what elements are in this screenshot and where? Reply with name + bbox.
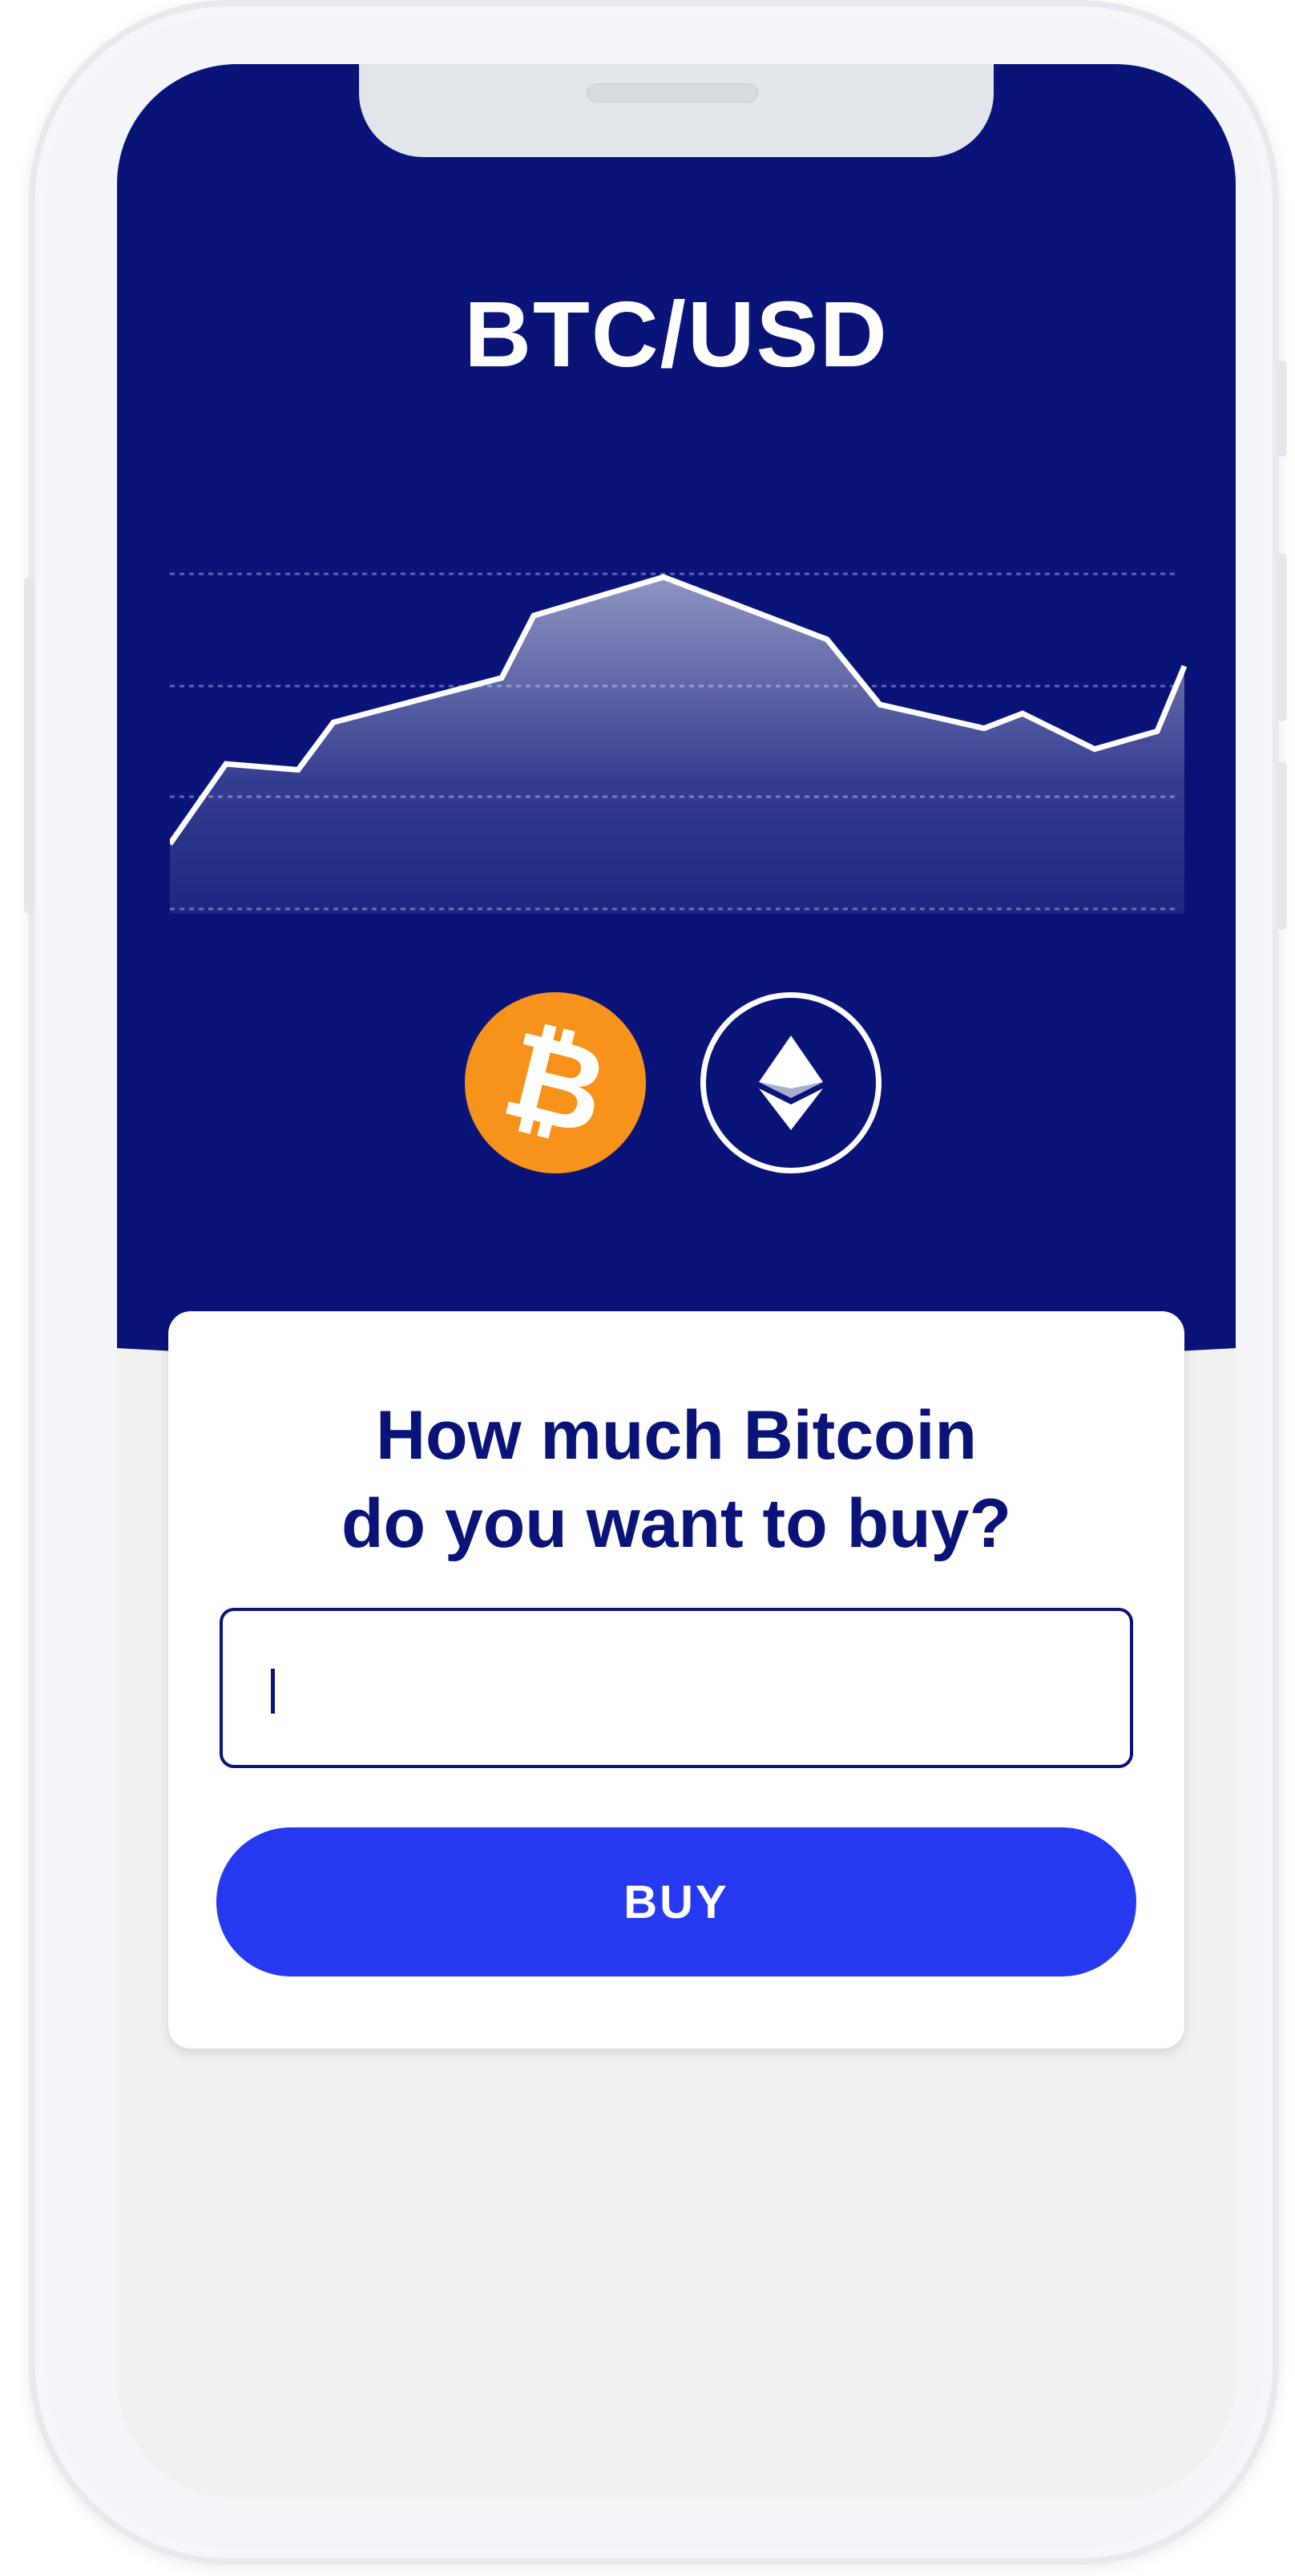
bitcoin-icon: ₿ bbox=[491, 1005, 619, 1160]
phone-volume-button bbox=[1277, 553, 1287, 721]
question-line-1: How much Bitcoin bbox=[375, 1397, 978, 1474]
phone-power-button bbox=[1277, 761, 1287, 930]
buy-button[interactable]: BUY bbox=[216, 1827, 1136, 1976]
speaker-grille bbox=[587, 83, 758, 103]
price-chart bbox=[170, 572, 1188, 914]
pair-title: BTC/USD bbox=[464, 282, 889, 386]
app-screen: BTC/USD ₿ How much Bitcoin do you want t… bbox=[117, 64, 1236, 2499]
phone-volume-button bbox=[1277, 361, 1287, 457]
phone-frame: BTC/USD ₿ How much Bitcoin do you want t… bbox=[24, 0, 1287, 2565]
ethereum-icon bbox=[759, 1036, 823, 1130]
phone-side-button bbox=[24, 577, 34, 914]
amount-input[interactable] bbox=[220, 1608, 1133, 1768]
hero-panel: BTC/USD ₿ bbox=[117, 64, 1236, 1379]
buy-card: How much Bitcoin do you want to buy? BUY bbox=[168, 1311, 1184, 2049]
phone-notch bbox=[359, 64, 994, 157]
buy-question: How much Bitcoin do you want to buy? bbox=[168, 1391, 1184, 1568]
question-line-2: do you want to buy? bbox=[341, 1485, 1012, 1562]
ethereum-coin-button[interactable] bbox=[700, 992, 881, 1173]
chart-area bbox=[170, 577, 1184, 914]
bitcoin-coin-button[interactable]: ₿ bbox=[465, 992, 646, 1173]
text-cursor bbox=[271, 1669, 275, 1714]
